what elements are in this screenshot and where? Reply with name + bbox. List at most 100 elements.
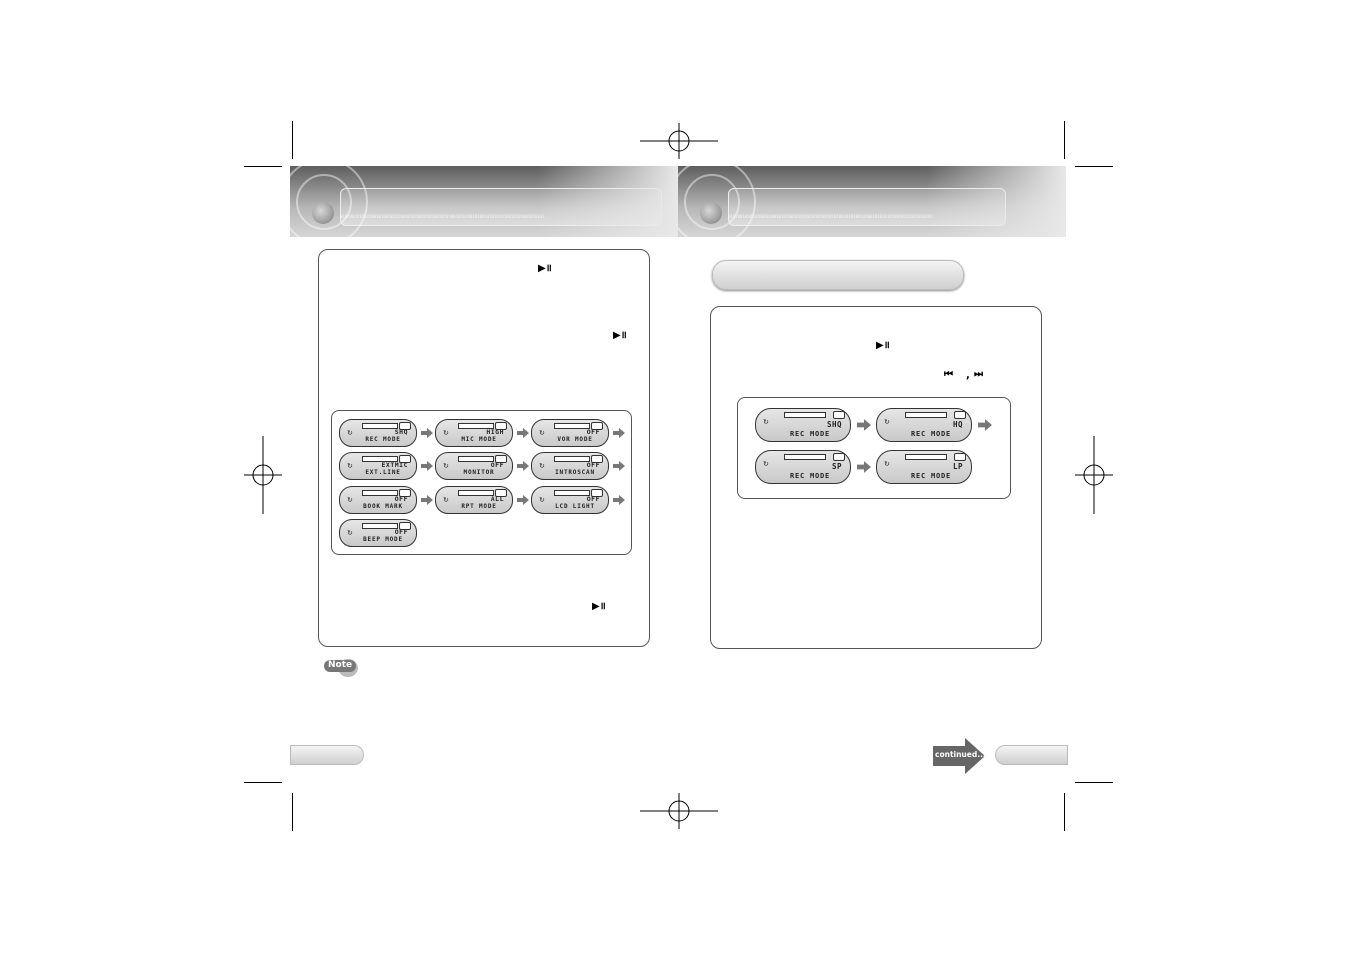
lcd-mode-icon: ↻ bbox=[347, 462, 353, 470]
lcd-label: REC MODE bbox=[910, 430, 952, 438]
next-arrow-icon bbox=[613, 428, 625, 438]
lcd-display: ↻ SHQ REC MODE bbox=[755, 408, 851, 442]
lcd-value: SP bbox=[831, 462, 842, 471]
lcd-label: BEEP MODE bbox=[363, 536, 403, 543]
registration-mark-right bbox=[1075, 436, 1113, 514]
level-bar bbox=[362, 523, 398, 529]
lcd-display: ↻ ALL RPT MODE bbox=[435, 486, 513, 514]
registration-mark-left bbox=[244, 436, 282, 514]
battery-icon bbox=[954, 411, 966, 419]
lcd-display: ↻ OFF BEEP MODE bbox=[339, 519, 417, 547]
lcd-mode-icon: ↻ bbox=[443, 496, 449, 504]
skip-back-icon: ⏮ bbox=[944, 369, 953, 380]
lcd-display: ↻ EXTMIC EXT.LINE bbox=[339, 452, 417, 480]
level-bar bbox=[554, 423, 590, 429]
next-arrow-icon bbox=[421, 461, 433, 471]
lcd-mode-icon: ↻ bbox=[539, 496, 545, 504]
next-arrow-icon bbox=[517, 428, 529, 438]
continued-arrow: continued... bbox=[933, 738, 986, 774]
lcd-mode-icon: ↻ bbox=[443, 462, 449, 470]
lcd-display: ↻ HIGH MIC MODE bbox=[435, 419, 513, 447]
level-bar bbox=[362, 490, 398, 496]
lcd-mode-icon: ↻ bbox=[347, 429, 353, 437]
lcd-value: OFF bbox=[586, 461, 600, 469]
registration-mark-top bbox=[640, 123, 718, 159]
level-bar bbox=[784, 412, 826, 418]
lcd-value: ALL bbox=[490, 495, 504, 503]
lcd-label: LCD LIGHT bbox=[555, 503, 595, 510]
note-label: Note bbox=[328, 660, 353, 670]
lcd-display: ↻ HQ REC MODE bbox=[876, 408, 972, 442]
level-bar bbox=[458, 456, 494, 462]
crop-mark bbox=[292, 121, 293, 159]
lcd-label: MIC MODE bbox=[461, 436, 497, 443]
level-bar bbox=[905, 412, 947, 418]
lcd-mode-icon: ↻ bbox=[347, 529, 353, 537]
level-bar bbox=[784, 454, 826, 460]
lcd-label: REC MODE bbox=[789, 430, 831, 438]
next-arrow-icon bbox=[421, 495, 433, 505]
lcd-mode-icon: ↻ bbox=[763, 418, 769, 426]
next-arrow-icon bbox=[613, 495, 625, 505]
lcd-mode-icon: ↻ bbox=[884, 460, 890, 468]
section-title-pill bbox=[712, 260, 964, 290]
lcd-label: RPT MODE bbox=[461, 503, 497, 510]
header-banner-right: 0101001010101001010010101001010100101010… bbox=[678, 166, 1066, 237]
lcd-mode-icon: ↻ bbox=[539, 429, 545, 437]
next-arrow-icon bbox=[857, 461, 871, 473]
battery-icon bbox=[833, 453, 845, 461]
level-bar bbox=[458, 490, 494, 496]
lcd-mode-icon: ↻ bbox=[884, 418, 890, 426]
lcd-value: OFF bbox=[490, 461, 504, 469]
crop-mark bbox=[1075, 166, 1113, 167]
next-arrow-icon bbox=[517, 461, 529, 471]
lcd-value: HIGH bbox=[486, 428, 504, 436]
continued-label: continued... bbox=[935, 750, 986, 759]
lcd-value: OFF bbox=[586, 495, 600, 503]
lcd-label: MONITOR bbox=[463, 469, 495, 476]
lcd-value: SHQ bbox=[826, 420, 842, 429]
lcd-value: OFF bbox=[586, 428, 600, 436]
lcd-label: BOOK MARK bbox=[363, 503, 403, 510]
next-arrow-icon bbox=[517, 495, 529, 505]
play-pause-icon: ▶॥ bbox=[538, 263, 552, 274]
lcd-value: OFF bbox=[394, 495, 408, 503]
lcd-label: REC MODE bbox=[365, 436, 401, 443]
play-pause-icon: ▶॥ bbox=[613, 330, 627, 341]
skip-separator: , bbox=[966, 370, 970, 381]
lcd-mode-icon: ↻ bbox=[443, 429, 449, 437]
lcd-value: HQ bbox=[952, 420, 963, 429]
level-bar bbox=[362, 423, 398, 429]
decor-dot bbox=[700, 202, 722, 224]
lcd-mode-icon: ↻ bbox=[763, 460, 769, 468]
play-pause-icon: ▶॥ bbox=[876, 340, 890, 351]
next-arrow-icon bbox=[613, 461, 625, 471]
lcd-display: ↻ OFF LCD LIGHT bbox=[531, 486, 609, 514]
lcd-mode-icon: ↻ bbox=[347, 496, 353, 504]
lcd-mode-icon: ↻ bbox=[539, 462, 545, 470]
next-arrow-icon bbox=[978, 419, 992, 431]
level-bar bbox=[905, 454, 947, 460]
lcd-display: ↻ OFF INTROSCAN bbox=[531, 452, 609, 480]
header-fade bbox=[538, 166, 678, 237]
skip-forward-icon: ⏭ bbox=[974, 369, 983, 380]
lcd-label: REC MODE bbox=[910, 472, 952, 480]
lcd-value: SHQ bbox=[394, 428, 408, 436]
lcd-display: ↻ OFF VOR MODE bbox=[531, 419, 609, 447]
level-bar bbox=[554, 456, 590, 462]
crop-mark bbox=[1075, 782, 1113, 783]
lcd-label: EXT.LINE bbox=[365, 469, 401, 476]
lcd-label: INTROSCAN bbox=[555, 469, 595, 476]
battery-icon bbox=[833, 411, 845, 419]
lcd-display: ↻ OFF BOOK MARK bbox=[339, 486, 417, 514]
crop-mark bbox=[292, 793, 293, 831]
level-bar bbox=[554, 490, 590, 496]
play-pause-icon: ▶॥ bbox=[592, 601, 606, 612]
crop-mark bbox=[244, 782, 282, 783]
crop-mark bbox=[244, 166, 282, 167]
page-number-pill-right bbox=[995, 745, 1068, 765]
lcd-value: EXTMIC bbox=[381, 461, 408, 469]
lcd-display: ↻ SHQ REC MODE bbox=[339, 419, 417, 447]
battery-icon bbox=[954, 453, 966, 461]
crop-mark bbox=[1064, 121, 1065, 159]
